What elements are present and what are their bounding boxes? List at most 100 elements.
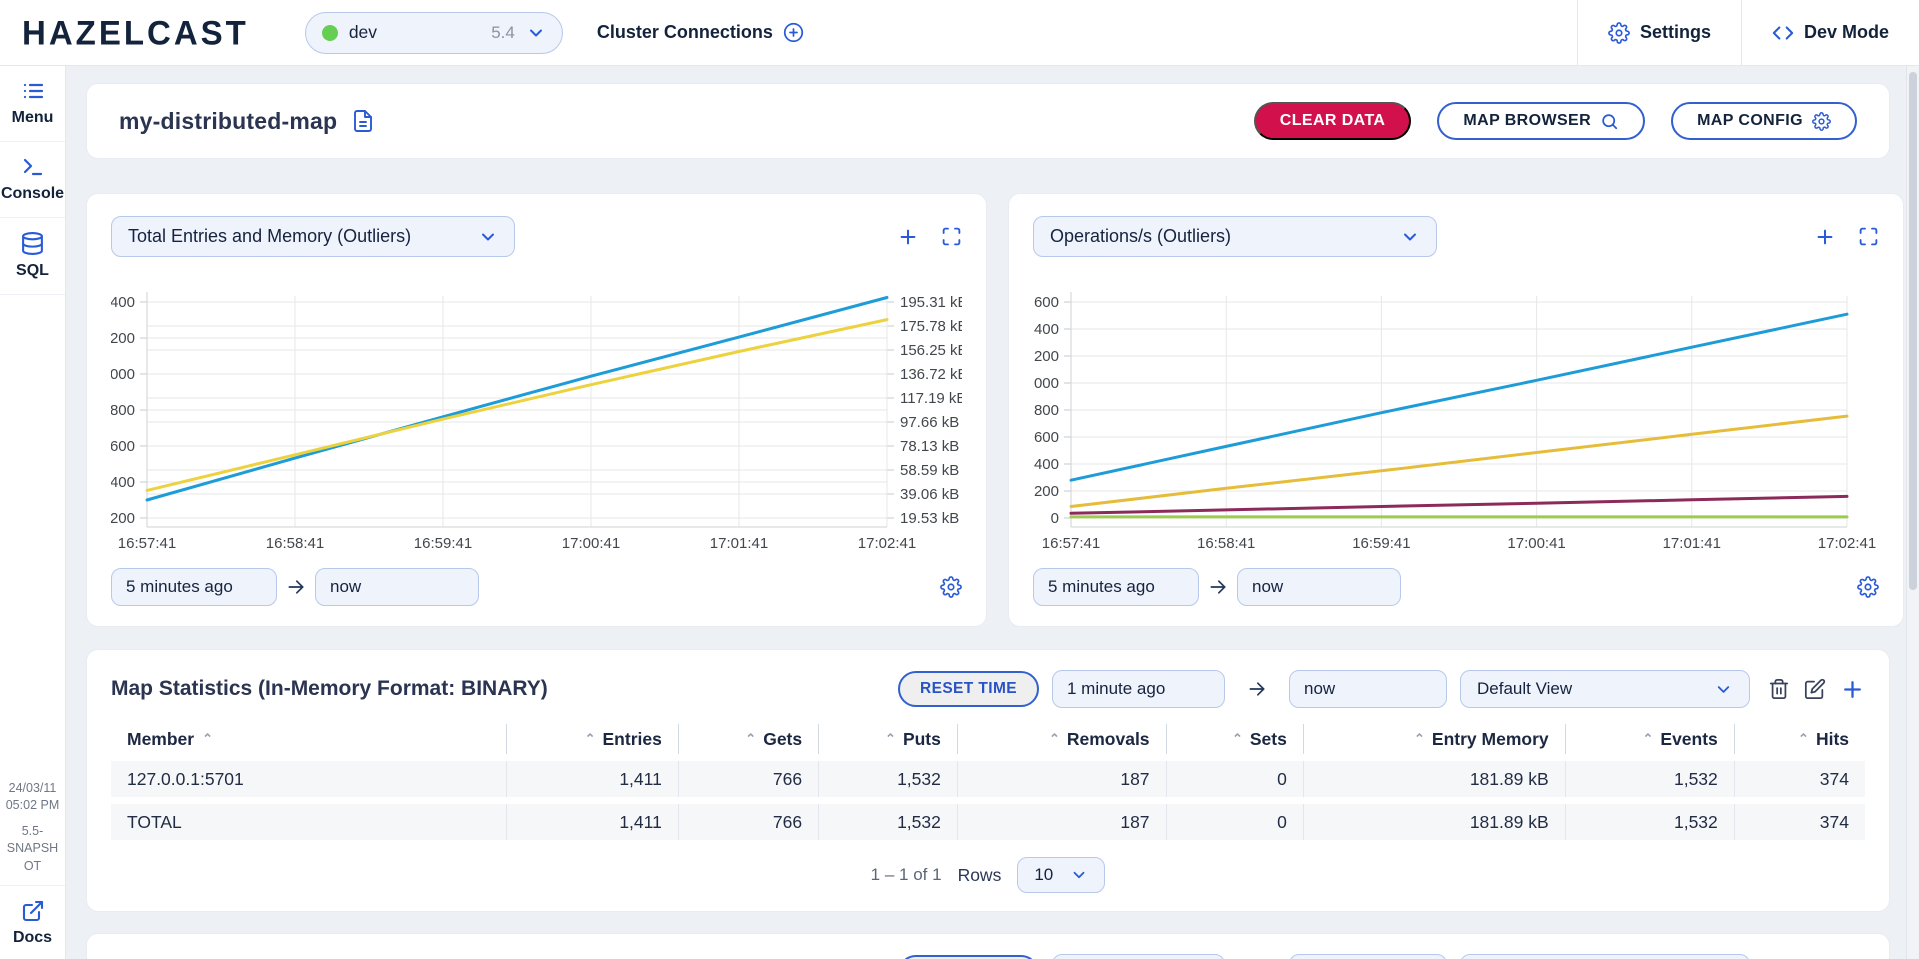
column-header-gets[interactable]: ⌃Gets xyxy=(678,724,818,754)
map-title-card: my-distributed-map CLEAR DATA MAP BROWSE… xyxy=(86,83,1890,159)
time-from-input[interactable]: 1 minute ago xyxy=(1052,670,1225,708)
dev-mode-button[interactable]: Dev Mode xyxy=(1741,0,1919,65)
x-axis-label: 16:59:41 xyxy=(1352,535,1410,552)
y-axis-right-label: 19.53 kB xyxy=(900,510,959,527)
column-header-puts[interactable]: ⌃Puts xyxy=(818,724,957,754)
time-from-input[interactable]: 5 minutes ago xyxy=(111,568,277,606)
chevron-down-icon xyxy=(1400,227,1420,247)
x-axis-label: 16:58:41 xyxy=(1197,535,1255,552)
column-header-member[interactable]: Member⌃ xyxy=(111,724,506,754)
view-select[interactable]: Default View xyxy=(1460,954,1750,959)
gear-icon xyxy=(1812,112,1831,131)
rows-per-page-label: Rows xyxy=(958,865,1002,886)
table-cell: 1,532 xyxy=(1565,761,1734,797)
series-line-ops-amber xyxy=(1071,416,1847,506)
chart-metric-select[interactable]: Operations/s (Outliers) xyxy=(1033,216,1437,257)
table-cell: 766 xyxy=(678,804,818,840)
y-axis-right-label: 39.06 kB xyxy=(900,486,959,503)
chart-canvas[interactable]: 1,4001,2001,000800600400200195.31 kB175.… xyxy=(111,270,962,562)
series-line-ops-maroon xyxy=(1071,496,1847,513)
scrollbar-thumb[interactable] xyxy=(1909,72,1917,590)
database-icon xyxy=(20,231,45,256)
cluster-status-icon xyxy=(322,25,338,41)
cluster-selector[interactable]: dev 5.4 xyxy=(305,12,563,54)
map-browser-button[interactable]: MAP BROWSER xyxy=(1437,102,1645,140)
time-to-input[interactable]: now xyxy=(1289,670,1447,708)
search-icon xyxy=(1600,112,1619,131)
sidebar-version: 5.5- SNAPSHOT xyxy=(0,823,65,876)
map-document-icon[interactable] xyxy=(351,109,375,133)
chevron-down-icon xyxy=(478,227,498,247)
table-cell: 181.89 kB xyxy=(1303,804,1565,840)
column-header-hits[interactable]: ⌃Hits xyxy=(1734,724,1865,754)
sidebar-item-console[interactable]: Console xyxy=(0,142,65,218)
time-to-input[interactable]: now xyxy=(1289,954,1447,959)
delete-view-trash-icon[interactable] xyxy=(1768,678,1790,700)
reset-time-button[interactable]: RESET TIME xyxy=(898,955,1039,959)
chart-settings-gear-icon[interactable] xyxy=(1857,576,1879,598)
table-cell: 0 xyxy=(1166,804,1303,840)
external-link-icon xyxy=(21,899,45,923)
dev-mode-label: Dev Mode xyxy=(1804,22,1889,43)
table-cell: TOTAL xyxy=(111,804,506,840)
y-axis-label: 1,000 xyxy=(111,366,135,383)
chevron-down-icon xyxy=(1070,866,1088,884)
section-title: Map Statistics (In-Memory Format: BINARY… xyxy=(111,677,548,701)
chart-card-operations: Operations/s (Outliers) 1,6001,4001,2001… xyxy=(1008,193,1904,627)
chart-canvas[interactable]: 1,6001,4001,2001,000800600400200016:57:4… xyxy=(1033,270,1879,562)
series-line-ops-blue xyxy=(1071,314,1847,480)
sidebar-item-menu[interactable]: Menu xyxy=(0,66,65,142)
edit-view-icon[interactable] xyxy=(1804,678,1826,700)
x-axis-label: 16:57:41 xyxy=(118,535,176,552)
time-to-input[interactable]: now xyxy=(1237,568,1401,606)
map-config-button[interactable]: MAP CONFIG xyxy=(1671,102,1857,140)
time-from-input[interactable]: 5 minutes ago xyxy=(1033,568,1199,606)
y-axis-label: 1,200 xyxy=(111,330,135,347)
add-view-plus-icon[interactable] xyxy=(1840,677,1865,702)
stats-table: Member⌃⌃Entries⌃Gets⌃Puts⌃Removals⌃Sets⌃… xyxy=(111,717,1865,847)
reset-time-button[interactable]: RESET TIME xyxy=(898,671,1039,707)
terminal-icon xyxy=(21,155,45,179)
column-header-entry-memory[interactable]: ⌃Entry Memory xyxy=(1303,724,1565,754)
rows-per-page-select[interactable]: 10 xyxy=(1017,857,1105,893)
column-header-events[interactable]: ⌃Events xyxy=(1565,724,1734,754)
chart-settings-gear-icon[interactable] xyxy=(940,576,962,598)
x-axis-label: 17:02:41 xyxy=(1818,535,1876,552)
fullscreen-icon[interactable] xyxy=(1858,226,1879,247)
charts-row: Total Entries and Memory (Outliers) 1,40… xyxy=(86,193,1890,627)
fullscreen-icon[interactable] xyxy=(941,226,962,247)
time-to-input[interactable]: now xyxy=(315,568,479,606)
vertical-scrollbar[interactable] xyxy=(1906,66,1919,959)
column-header-removals[interactable]: ⌃Removals xyxy=(957,724,1166,754)
table-cell: 766 xyxy=(678,761,818,797)
x-axis-label: 16:59:41 xyxy=(414,535,472,552)
y-axis-label: 1,400 xyxy=(111,294,135,311)
y-axis-right-label: 78.13 kB xyxy=(900,438,959,455)
x-axis-label: 17:00:41 xyxy=(562,535,620,552)
sidebar-item-sql[interactable]: SQL xyxy=(0,218,65,295)
y-axis-label: 1,200 xyxy=(1033,348,1059,365)
table-cell: 1,411 xyxy=(506,761,678,797)
settings-button[interactable]: Settings xyxy=(1577,0,1741,65)
sidebar-item-docs[interactable]: Docs xyxy=(0,886,65,959)
x-axis-label: 17:01:41 xyxy=(710,535,768,552)
column-header-sets[interactable]: ⌃Sets xyxy=(1166,724,1303,754)
chevron-down-icon xyxy=(526,23,546,43)
series-line-entry-memory-kb xyxy=(147,320,887,491)
pagination-range: 1 – 1 of 1 xyxy=(871,865,942,885)
map-statistics-card: Map Statistics (In-Memory Format: BINARY… xyxy=(86,649,1890,912)
chevron-down-icon xyxy=(1714,680,1733,699)
chart-metric-select[interactable]: Total Entries and Memory (Outliers) xyxy=(111,216,515,257)
add-chart-icon[interactable] xyxy=(1814,226,1836,248)
clear-data-button[interactable]: CLEAR DATA xyxy=(1254,102,1412,140)
map-throughput-card: Map Throughput Statistics RESET TIME 1 m… xyxy=(86,933,1890,959)
cluster-name: dev xyxy=(349,22,377,43)
column-header-entries[interactable]: ⌃Entries xyxy=(506,724,678,754)
view-select[interactable]: Default View xyxy=(1460,670,1750,708)
table-cell: 187 xyxy=(957,761,1166,797)
gear-icon xyxy=(1608,22,1630,44)
y-axis-label: 1,000 xyxy=(1033,375,1059,392)
time-from-input[interactable]: 1 minute ago xyxy=(1052,954,1225,959)
cluster-connections-button[interactable]: Cluster Connections xyxy=(597,22,804,43)
add-chart-icon[interactable] xyxy=(897,226,919,248)
